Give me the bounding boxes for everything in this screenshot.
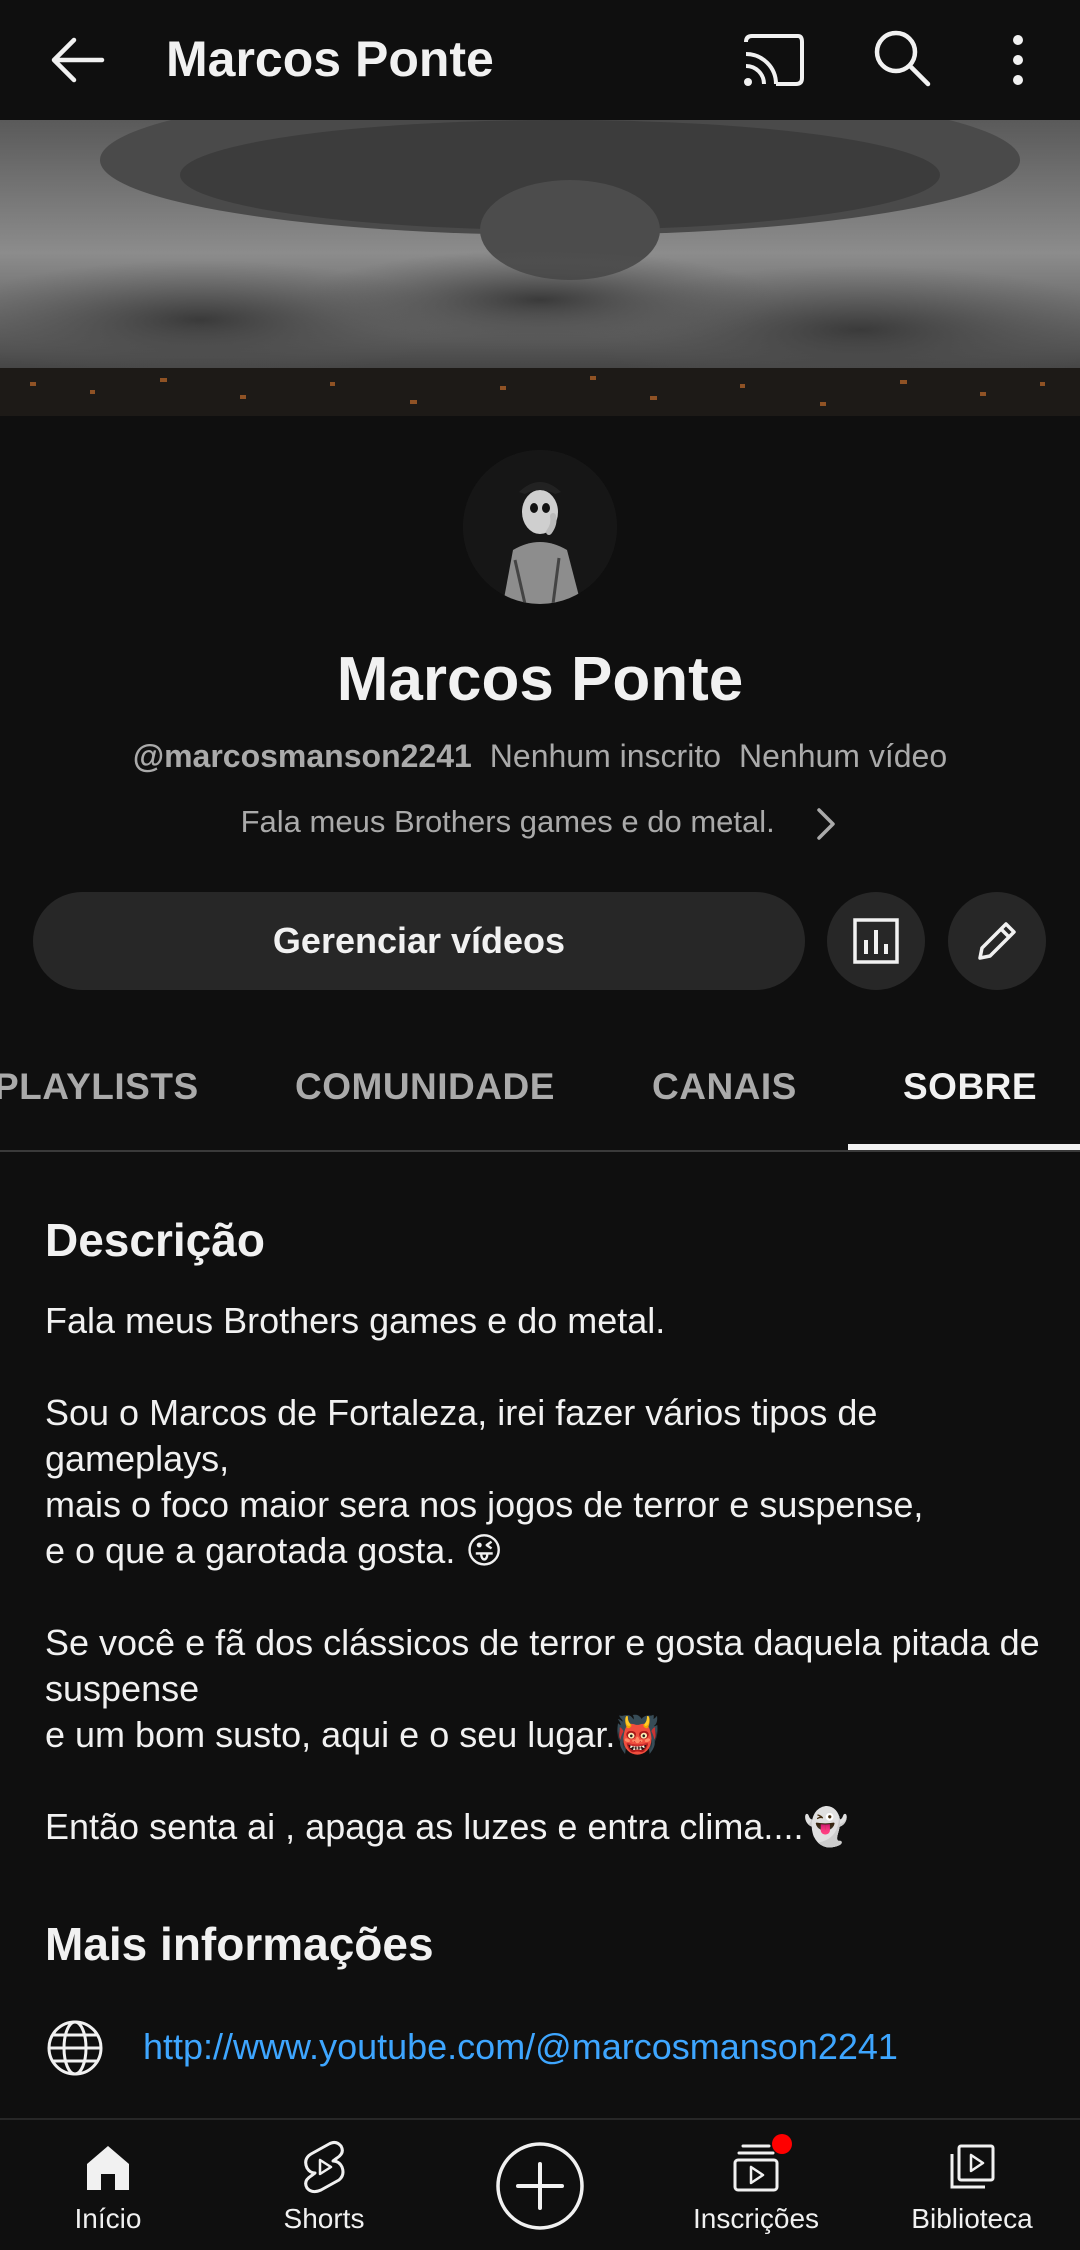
nav-home[interactable]: Início (0, 2120, 216, 2250)
edit-channel-button[interactable] (948, 892, 1046, 990)
channel-url-link[interactable]: http://www.youtube.com/@marcosmanson2241 (143, 2022, 898, 2072)
notification-dot (772, 2134, 792, 2154)
back-button[interactable] (40, 22, 116, 98)
channel-avatar[interactable] (463, 450, 617, 604)
search-icon (874, 30, 931, 87)
tab-comunidade[interactable]: COMUNIDADE (295, 1062, 555, 1112)
video-count: Nenhum vídeo (739, 738, 948, 774)
tab-canais[interactable]: CANAIS (652, 1062, 797, 1112)
nav-shorts[interactable]: Shorts (216, 2120, 432, 2250)
analytics-button[interactable] (827, 892, 925, 990)
nav-library[interactable]: Biblioteca (864, 2120, 1080, 2250)
description-line: Fala meus Brothers games e do metal. (45, 1300, 666, 1341)
description-line: Então senta ai , apaga as luzes e entra … (45, 1806, 849, 1847)
create-icon (496, 2142, 584, 2230)
channel-banner (0, 120, 1080, 416)
description-line: Sou o Marcos de Fortaleza, irei fazer vá… (45, 1392, 878, 1479)
nav-subscriptions[interactable]: Inscrições (648, 2120, 864, 2250)
description-line: Se você e fã dos clássicos de terror e g… (45, 1622, 1040, 1709)
channel-tabs: PLAYLISTS COMUNIDADE CANAIS SOBRE (0, 1040, 1080, 1152)
channel-short-description[interactable]: Fala meus Brothers games e do metal. (0, 800, 1080, 844)
manage-videos-button[interactable]: Gerenciar vídeos (33, 892, 805, 990)
pencil-icon (978, 922, 1016, 960)
description-line: e um bom susto, aqui e o seu lugar.👹 (45, 1714, 661, 1755)
analytics-icon (853, 918, 899, 964)
bottom-navigation: Início Shorts Inscrições Biblioteca (0, 2118, 1080, 2250)
nav-subscriptions-label: Inscrições (692, 2203, 820, 2234)
subscriber-count: Nenhum inscrito (489, 738, 721, 774)
library-icon (950, 2144, 995, 2189)
chevron-right-icon (817, 808, 836, 840)
channel-name: Marcos Ponte (336, 645, 744, 714)
description-line: e o que a garotada gosta. 😜 (45, 1530, 503, 1571)
home-icon (87, 2146, 129, 2190)
create-button[interactable] (494, 2140, 586, 2232)
description-title: Descrição (45, 1214, 265, 1266)
channel-handle: @marcosmanson2241 (132, 738, 472, 774)
nav-home-label: Início (74, 2203, 142, 2234)
more-options-button[interactable] (980, 22, 1056, 98)
channel-description: Fala meus Brothers games e do metal. Sou… (45, 1298, 1045, 1850)
app-bar-title: Marcos Ponte (166, 31, 494, 87)
more-info-title: Mais informações (45, 1918, 434, 1970)
tab-sobre[interactable]: SOBRE (903, 1062, 1037, 1112)
top-app-bar: Marcos Ponte (0, 0, 1080, 120)
search-button[interactable] (864, 22, 940, 98)
shorts-icon (304, 2140, 345, 2194)
tab-playlists[interactable]: PLAYLISTS (0, 1062, 199, 1112)
cast-button[interactable] (736, 22, 812, 98)
description-line: mais o foco maior sera nos jogos de terr… (45, 1484, 924, 1525)
cast-icon (744, 34, 804, 86)
nav-library-label: Biblioteca (911, 2203, 1033, 2234)
channel-meta: @marcosmanson2241 Nenhum inscrito Nenhum v… (0, 734, 1080, 778)
more-vert-icon (1013, 35, 1023, 85)
channel-link-row: http://www.youtube.com/@marcosmanson2241 (45, 2012, 1065, 2084)
active-tab-indicator (848, 1144, 1080, 1150)
globe-icon (47, 2020, 103, 2076)
arrow-left-icon (51, 37, 105, 83)
short-description-text: Fala meus Brothers games e do metal. (240, 804, 775, 839)
nav-shorts-label: Shorts (283, 2203, 365, 2234)
